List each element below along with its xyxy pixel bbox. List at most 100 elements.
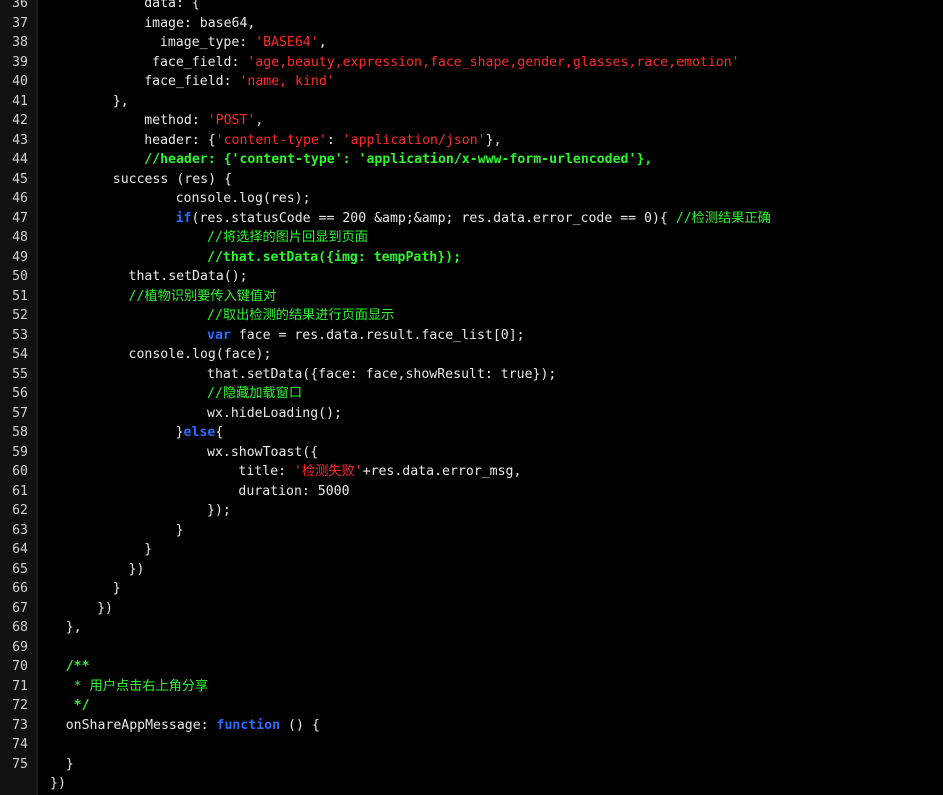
code-line[interactable]: 47 if(res.statusCode == 200 &amp;&amp; re… (0, 209, 943, 229)
code-line[interactable]: 75} (0, 755, 943, 775)
code-text[interactable]: face_field: 'age,beauty,expression,face_… (152, 53, 740, 73)
code-text[interactable]: data: { (144, 0, 200, 14)
code-line[interactable]: 50 that.setData(); (0, 267, 943, 287)
code-line[interactable]: 64} (0, 540, 943, 560)
line-number: 53 (12, 327, 28, 343)
code-token-cmt: //将选择的图片回显到页面 (207, 230, 368, 245)
code-text[interactable]: }else{ (176, 423, 224, 443)
code-line[interactable]: 55 that.setData({face: face,showResult: t… (0, 365, 943, 385)
line-number: 43 (12, 132, 28, 148)
line-number: 68 (12, 620, 28, 635)
code-token-plain: image: base64, (144, 15, 256, 31)
code-line[interactable]: 66} (0, 579, 943, 599)
code-token-str: 'content-type' (215, 132, 327, 148)
code-line[interactable]: 44 //header: {'content-type': 'applicatio… (0, 150, 943, 170)
code-line[interactable]: 42 method: 'POST', (0, 111, 943, 131)
code-line[interactable]: 37 image: base64, (0, 14, 943, 34)
code-text[interactable]: console.log(res); (176, 189, 311, 209)
code-text[interactable]: * 用户点击右上角分享 (66, 677, 209, 697)
code-line[interactable]: 36 data: { (0, 0, 943, 14)
code-line[interactable]: 53 var face = res.data.result.face_list[0… (0, 326, 943, 346)
code-line[interactable]: 65}) (0, 560, 943, 580)
code-text[interactable]: wx.hideLoading(); (207, 404, 342, 424)
code-token-cmt-b: //header: {'content-type': 'application/… (144, 152, 653, 167)
code-token-plain: } (144, 542, 153, 557)
code-line[interactable]: }) (0, 774, 943, 794)
code-text[interactable]: }) (129, 560, 145, 580)
code-line[interactable]: 40 face_field: 'name, kind' (0, 72, 943, 92)
code-text[interactable]: image: base64, (144, 14, 255, 34)
code-text[interactable]: //取出检测的结果进行页面显示 (207, 306, 394, 326)
code-line[interactable]: 49 //that.setData({img: tempPath}); (0, 248, 943, 268)
code-line[interactable]: 63} (0, 521, 943, 541)
code-line[interactable]: 54 console.log(face); (0, 345, 943, 365)
code-line[interactable]: 56 //隐藏加载窗口 (0, 384, 943, 404)
code-line[interactable]: 46 console.log(res); (0, 189, 943, 209)
code-line[interactable]: 62}); (0, 501, 943, 521)
code-token-plain: that.setData({face: face,showResult: tru… (207, 366, 557, 382)
code-line[interactable]: 45 success (res) { (0, 170, 943, 190)
code-token-plain: success (res) { (112, 171, 232, 187)
code-text[interactable]: if(res.statusCode == 200 &amp;&amp; res.… (176, 209, 771, 229)
code-text[interactable]: face_field: 'name, kind' (144, 72, 335, 92)
code-line[interactable]: 51 //植物识别要传入键值对 (0, 287, 943, 307)
code-line[interactable]: 73 onShareAppMessage: function () { (0, 716, 943, 736)
code-token-kw: else (183, 425, 216, 440)
code-line[interactable]: 38 image_type: 'BASE64', (0, 33, 943, 53)
code-line[interactable]: 60 title: '检测失败'+res.data.error_msg, (0, 462, 943, 482)
code-text[interactable]: header: {'content-type': 'application/js… (144, 131, 501, 151)
code-line[interactable]: 59 wx.showToast({ (0, 443, 943, 463)
code-text[interactable]: } (144, 540, 152, 560)
code-line[interactable]: 69 (0, 638, 943, 658)
code-line[interactable]: 48 //将选择的图片回显到页面 (0, 228, 943, 248)
code-text[interactable]: }) (97, 599, 113, 619)
code-text[interactable]: } (66, 755, 74, 775)
code-text[interactable]: //header: {'content-type': 'application/… (144, 150, 652, 170)
line-number: 48 (12, 230, 28, 245)
code-line[interactable]: 41}, (0, 92, 943, 112)
code-text[interactable]: }); (207, 501, 231, 521)
code-text[interactable]: success (res) { (113, 170, 232, 190)
code-line[interactable]: 67}) (0, 599, 943, 619)
code-text[interactable]: var face = res.data.result.face_list[0]; (207, 326, 525, 346)
code-text[interactable]: } (176, 521, 184, 541)
line-number: 74 (12, 737, 28, 752)
code-editor[interactable]: 36 data: {37 image: base64, 38 image_type: '… (0, 0, 943, 795)
code-text[interactable]: that.setData({face: face,showResult: tru… (207, 365, 556, 385)
code-line[interactable]: 74 (0, 735, 943, 755)
code-text[interactable]: } (113, 579, 121, 599)
code-line[interactable]: 57 wx.hideLoading(); (0, 404, 943, 424)
code-line[interactable]: 43 header: {'content-type': 'application/… (0, 131, 943, 151)
code-line[interactable]: 71 * 用户点击右上角分享 (0, 677, 943, 697)
code-text[interactable]: console.log(face); (129, 345, 272, 365)
code-text[interactable]: */ (66, 696, 90, 716)
line-number: 75 (12, 756, 28, 772)
code-text[interactable]: that.setData(); (129, 267, 248, 287)
code-line[interactable]: 58 }else{ (0, 423, 943, 443)
code-text[interactable]: wx.showToast({ (207, 443, 318, 463)
code-text[interactable]: method: 'POST', (144, 111, 263, 131)
code-text[interactable]: duration: 5000 (238, 482, 349, 502)
code-line[interactable]: 68}, (0, 618, 943, 638)
code-text[interactable]: title: '检测失败'+res.data.error_msg, (238, 462, 521, 482)
code-text[interactable]: }, (66, 618, 82, 638)
code-line[interactable]: 39 face_field: 'age,beauty,expression,fac… (0, 53, 943, 73)
code-token-str: 'name, kind' (239, 74, 335, 89)
code-text[interactable]: image_type: 'BASE64', (160, 33, 327, 53)
code-text[interactable]: //that.setData({img: tempPath}); (207, 248, 461, 268)
code-line[interactable]: 72 */ (0, 696, 943, 716)
code-text[interactable]: //将选择的图片回显到页面 (207, 228, 368, 248)
code-line[interactable]: 52 //取出检测的结果进行页面显示 (0, 306, 943, 326)
code-text[interactable]: onShareAppMessage: function () { (66, 716, 320, 736)
code-text[interactable]: //隐藏加载窗口 (207, 384, 302, 404)
code-text[interactable]: //植物识别要传入键值对 (129, 287, 277, 307)
code-text[interactable]: /** (66, 657, 90, 677)
code-line[interactable]: 70 /** (0, 657, 943, 677)
line-number: 58 (12, 425, 28, 440)
code-token-cmt-b: */ (65, 698, 90, 713)
code-token-plain: () { (280, 717, 320, 733)
code-line[interactable]: 61 duration: 5000 (0, 482, 943, 502)
code-text[interactable]: }) (50, 774, 66, 794)
code-lines[interactable]: 36 data: {37 image: base64, 38 image_type: '… (0, 0, 943, 794)
code-text[interactable]: }, (113, 92, 129, 112)
